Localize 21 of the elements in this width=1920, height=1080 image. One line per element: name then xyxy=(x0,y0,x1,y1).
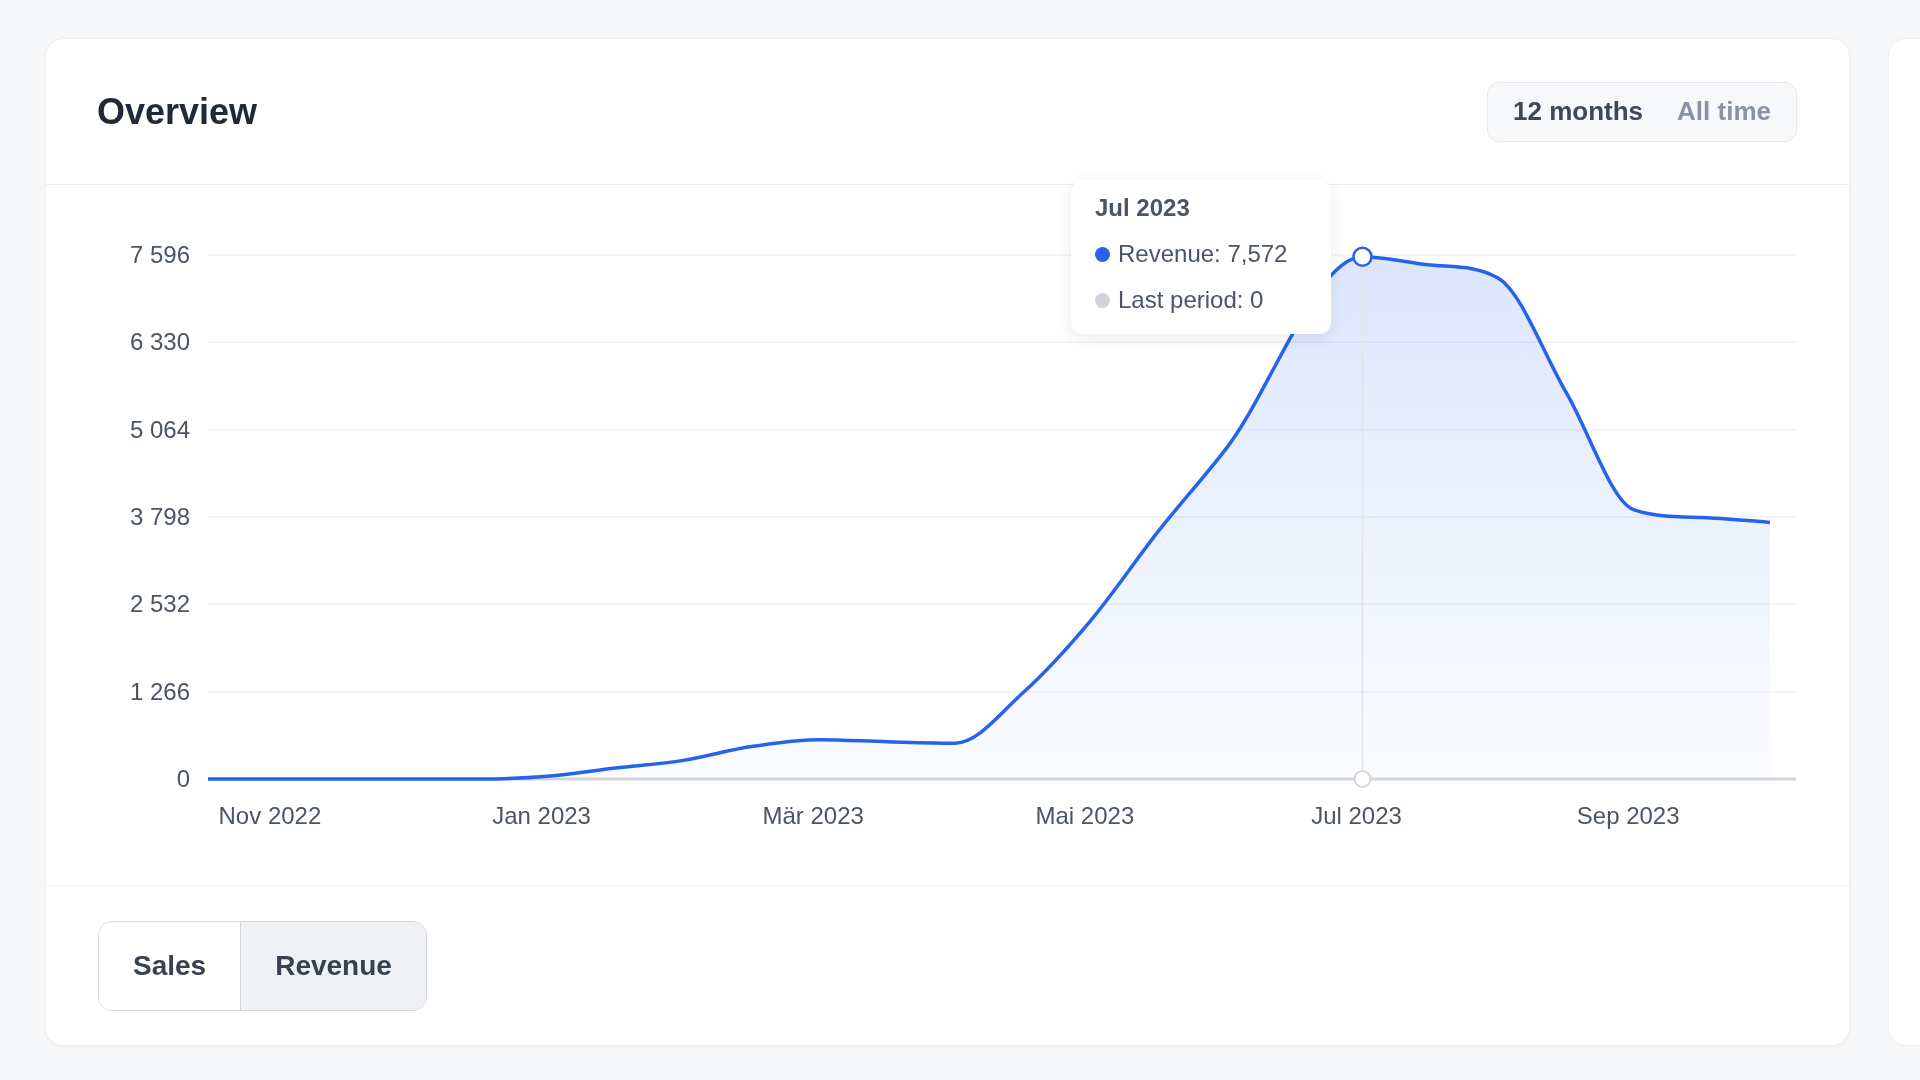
metric-tab[interactable]: Revenue xyxy=(240,921,426,1010)
y-axis-label: 3 798 xyxy=(129,503,190,530)
x-axis-label: Jul 2023 xyxy=(1311,802,1402,829)
hover-point xyxy=(1353,770,1372,788)
y-axis-label: 6 330 xyxy=(129,328,190,356)
x-axis-label: Jan 2023 xyxy=(492,802,591,829)
tooltip-value: Last period: 0 xyxy=(1118,286,1264,314)
y-axis-label: 5 064 xyxy=(129,415,190,443)
x-axis-label: Sep 2023 xyxy=(1576,802,1680,829)
tooltip-value: Revenue: 7,572 xyxy=(1118,240,1288,268)
y-axis-label: 7 596 xyxy=(129,241,190,268)
range-tab[interactable]: 12 months xyxy=(1496,96,1661,127)
hover-point xyxy=(1352,246,1373,267)
x-axis-label: Mai 2023 xyxy=(1035,802,1135,829)
y-axis-label: 0 xyxy=(176,765,190,792)
y-axis-label: 2 532 xyxy=(129,590,190,618)
x-axis-label: Nov 2022 xyxy=(218,802,322,829)
tooltip-title: Jul 2023 xyxy=(1095,194,1191,222)
x-axis-label: Mär 2023 xyxy=(762,802,864,829)
y-axis-label: 1 266 xyxy=(129,677,190,705)
card-title: Overview xyxy=(97,90,258,133)
